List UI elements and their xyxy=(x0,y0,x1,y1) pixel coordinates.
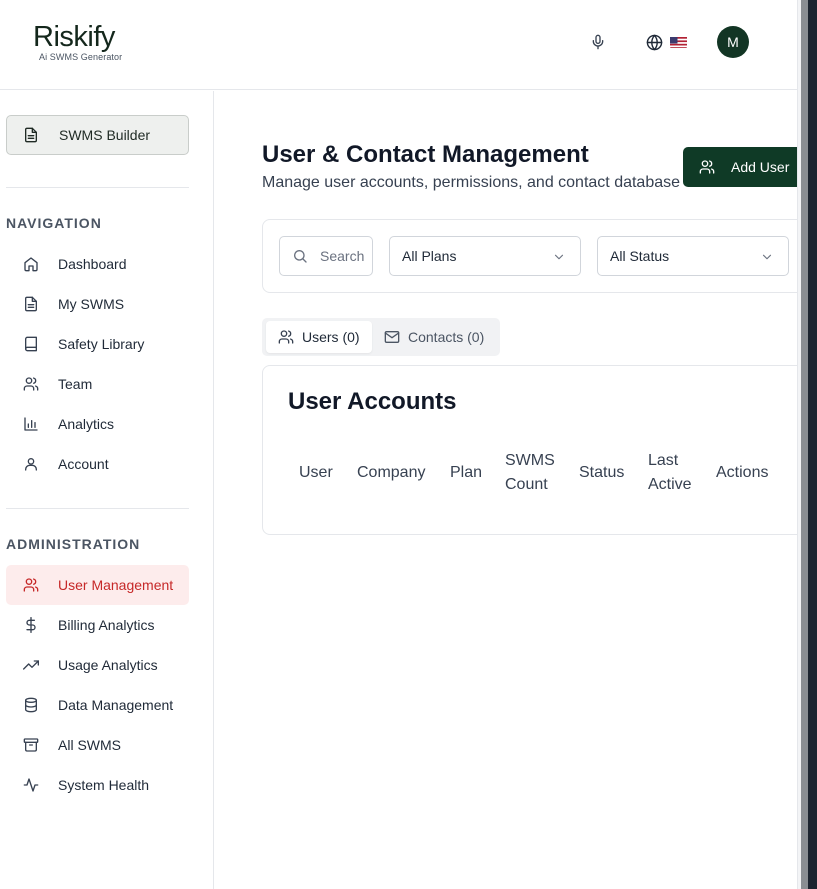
sidebar-item-account[interactable]: Account xyxy=(6,444,189,484)
sidebar-item-all-swms[interactable]: All SWMS xyxy=(6,725,189,765)
sidebar-item-team[interactable]: Team xyxy=(6,364,189,404)
document-icon xyxy=(23,127,41,143)
sidebar-item-label: Billing Analytics xyxy=(58,617,155,633)
tab-users-label: Users (0) xyxy=(302,329,360,345)
sidebar-item-label: Usage Analytics xyxy=(58,657,158,673)
users-icon xyxy=(278,329,294,345)
sidebar-item-label: Safety Library xyxy=(58,336,145,352)
document-icon xyxy=(22,296,40,312)
card-title: User Accounts xyxy=(288,388,457,415)
tab-contacts[interactable]: Contacts (0) xyxy=(372,321,496,353)
database-icon xyxy=(22,697,40,713)
status-filter-value: All Status xyxy=(610,248,670,264)
tab-contacts-label: Contacts (0) xyxy=(408,329,485,345)
sidebar-item-my-swms[interactable]: My SWMS xyxy=(6,284,189,324)
avatar[interactable]: M xyxy=(717,26,749,58)
status-filter-select[interactable]: All Status xyxy=(597,236,789,276)
sidebar: SWMS Builder NAVIGATION Dashboard My SWM… xyxy=(0,91,214,889)
window-edge xyxy=(808,0,817,889)
swms-builder-button[interactable]: SWMS Builder xyxy=(6,115,189,155)
column-header-user[interactable]: User xyxy=(299,461,333,485)
tab-users[interactable]: Users (0) xyxy=(266,321,372,353)
sidebar-item-label: User Management xyxy=(58,577,174,593)
sidebar-divider xyxy=(6,187,189,188)
sidebar-item-label: Data Management xyxy=(58,697,174,713)
sidebar-item-label: Account xyxy=(58,456,109,472)
administration-section-title: ADMINISTRATION xyxy=(6,536,141,552)
users-icon xyxy=(22,376,40,392)
activity-icon xyxy=(22,777,40,793)
page-title: User & Contact Management xyxy=(262,141,589,168)
sidebar-item-analytics[interactable]: Analytics xyxy=(6,404,189,444)
bar-chart-icon xyxy=(22,416,40,432)
page-subtitle: Manage user accounts, permissions, and c… xyxy=(262,174,681,191)
sidebar-item-system-health[interactable]: System Health xyxy=(6,765,189,805)
archive-icon xyxy=(22,737,40,753)
column-header-plan[interactable]: Plan xyxy=(450,461,482,485)
search-icon xyxy=(292,248,308,264)
riskify-logo[interactable]: Riskify Ai SWMS Generator xyxy=(33,22,122,62)
plan-filter-value: All Plans xyxy=(402,248,457,264)
sidebar-divider xyxy=(6,508,189,509)
column-header-actions[interactable]: Actions xyxy=(716,461,768,485)
home-icon xyxy=(22,256,40,272)
dollar-icon xyxy=(22,617,40,633)
plan-filter-select[interactable]: All Plans xyxy=(389,236,581,276)
column-header-company[interactable]: Company xyxy=(357,461,425,485)
add-user-button[interactable]: Add User xyxy=(683,147,797,187)
sidebar-item-dashboard[interactable]: Dashboard xyxy=(6,244,189,284)
sidebar-item-label: Team xyxy=(58,376,93,392)
swms-builder-label: SWMS Builder xyxy=(59,127,151,143)
sidebar-item-label: System Health xyxy=(58,777,150,793)
sidebar-item-safety-library[interactable]: Safety Library xyxy=(6,324,189,364)
trending-up-icon xyxy=(22,657,40,673)
search-field[interactable] xyxy=(279,236,373,276)
navigation-section-title: NAVIGATION xyxy=(6,215,102,231)
chevron-down-icon xyxy=(760,250,774,264)
sidebar-item-user-management[interactable]: User Management xyxy=(6,565,189,605)
tab-list: Users (0) Contacts (0) xyxy=(262,318,500,356)
sidebar-item-billing-analytics[interactable]: Billing Analytics xyxy=(6,605,189,645)
logo-wordmark: Riskify xyxy=(33,21,115,53)
users-icon xyxy=(22,577,40,593)
users-icon xyxy=(699,159,715,175)
microphone-icon[interactable] xyxy=(586,30,610,54)
mail-icon xyxy=(384,329,400,345)
column-header-status[interactable]: Status xyxy=(579,461,624,485)
sidebar-item-usage-analytics[interactable]: Usage Analytics xyxy=(6,645,189,685)
sidebar-item-label: My SWMS xyxy=(58,296,125,312)
search-input[interactable] xyxy=(320,248,372,264)
sidebar-item-data-management[interactable]: Data Management xyxy=(6,685,189,725)
top-header: Riskify Ai SWMS Generator M xyxy=(0,0,797,90)
us-flag-icon[interactable] xyxy=(670,36,687,48)
chevron-down-icon xyxy=(552,250,566,264)
user-icon xyxy=(22,456,40,472)
add-user-label: Add User xyxy=(731,159,790,175)
scrollbar-thumb[interactable] xyxy=(801,0,808,889)
sidebar-item-label: All SWMS xyxy=(58,737,121,753)
globe-icon[interactable] xyxy=(642,30,666,54)
sidebar-item-label: Analytics xyxy=(58,416,115,432)
column-header-last-active[interactable]: Last Active xyxy=(648,449,698,497)
logo-tagline: Ai SWMS Generator xyxy=(39,52,123,62)
book-icon xyxy=(22,336,40,352)
sidebar-item-label: Dashboard xyxy=(58,256,127,272)
column-header-swms-count[interactable]: SWMS Count xyxy=(505,449,565,497)
